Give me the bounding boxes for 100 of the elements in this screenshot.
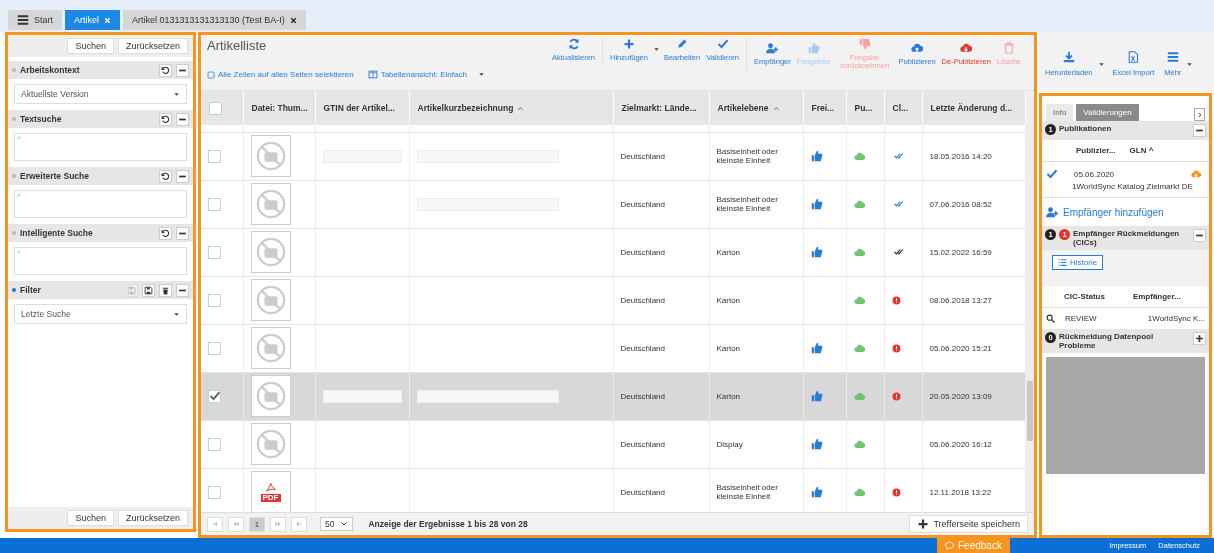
table-cell: 15.02.2022 16:59 <box>922 228 1025 276</box>
table-cell: Deutschland <box>613 276 709 324</box>
table-cell: Deutschland <box>613 180 709 228</box>
add-recipient-link[interactable]: Empfänger hinzufügen <box>1042 198 1209 226</box>
row-checkbox[interactable] <box>208 485 221 499</box>
collapse-button[interactable] <box>176 226 189 240</box>
expand-button[interactable] <box>1193 332 1206 345</box>
save-icon <box>144 285 153 295</box>
thumbs-down-icon <box>858 38 871 50</box>
chevron-right-icon <box>1196 111 1203 118</box>
table-view-dropdown[interactable]: Tabellenansicht: Einfach <box>367 70 485 79</box>
column-header[interactable]: Empfänger... <box>1132 292 1181 301</box>
delete-button[interactable] <box>159 283 172 297</box>
cloud-icon <box>853 198 865 210</box>
page-size-dropdown[interactable]: 50 <box>320 517 354 531</box>
table-cell: 1WorldSync Katalog Zielmarkt DE <box>1042 182 1209 198</box>
save-as-button[interactable] <box>142 283 155 297</box>
reset-button[interactable] <box>159 169 172 183</box>
table-cell: Deutschland <box>613 372 709 420</box>
column-header[interactable]: Artikelebene <box>709 91 803 125</box>
column-header[interactable]: Letzte Änderung d... <box>922 91 1025 125</box>
next-page-icon <box>275 521 281 527</box>
cloud-icon <box>853 438 865 450</box>
section-header[interactable]: Erweiterte Suche <box>8 167 193 185</box>
column-header[interactable]: Datei: Thum... <box>243 91 315 125</box>
search-panel-button[interactable]: Zurücksetzen <box>117 510 188 526</box>
collapse-button[interactable] <box>176 169 189 183</box>
caret-icon <box>1097 60 1105 68</box>
collapse-button[interactable] <box>176 112 189 126</box>
reset-button[interactable] <box>159 63 172 77</box>
collapse-button[interactable] <box>1193 229 1206 242</box>
search-panel-button[interactable]: Suchen <box>67 510 114 526</box>
chat-icon <box>945 541 954 550</box>
section-header[interactable]: Textsuche <box>8 110 193 128</box>
trash-icon <box>161 285 170 295</box>
no-image-icon <box>255 333 286 363</box>
section-title: Arbeitskontext <box>20 65 81 75</box>
thumbs-up-icon <box>810 438 823 450</box>
row-checkbox[interactable] <box>208 149 221 163</box>
save-results-button[interactable]: Trefferseite speichern <box>909 515 1028 533</box>
reset-button[interactable] <box>159 226 172 240</box>
caret-icon <box>1186 60 1194 68</box>
collapse-button[interactable] <box>176 63 189 77</box>
undo-icon <box>161 228 170 238</box>
table-cell: Karton <box>709 372 803 420</box>
sort-ascending-icon <box>517 104 525 112</box>
row-checkbox[interactable] <box>208 245 221 259</box>
collapse-button[interactable] <box>1193 124 1206 137</box>
column-header[interactable]: Artikelkurzbezeichnung <box>409 91 613 125</box>
column-header[interactable]: Pu... <box>846 91 884 125</box>
row-checkbox[interactable] <box>208 389 221 403</box>
reset-button[interactable] <box>159 112 172 126</box>
column-header[interactable]: Frei... <box>803 91 846 125</box>
error-icon <box>891 487 901 497</box>
search-panel-button[interactable]: Zurücksetzen <box>117 38 188 54</box>
section-title: Publikationen <box>1059 124 1113 133</box>
dropdown[interactable]: Letzte Suche <box>14 304 187 324</box>
menu-icon <box>17 14 29 26</box>
chevron-down-icon <box>340 520 349 528</box>
columns-icon <box>367 70 378 79</box>
cloud-icon <box>853 294 865 306</box>
section-title: Rückmeldung Datenpool Probleme <box>1059 332 1155 350</box>
no-image-icon <box>255 381 286 411</box>
checkbox-icon <box>207 70 215 79</box>
cloud-icon <box>853 246 865 258</box>
tab[interactable]: Start <box>8 10 62 30</box>
row-checkbox[interactable] <box>208 293 221 307</box>
row-checkbox[interactable] <box>208 437 221 451</box>
section-title: Erweiterte Suche <box>20 171 90 181</box>
double-check-icon <box>891 247 906 257</box>
resize-grip-icon <box>15 134 21 140</box>
row-checkbox[interactable] <box>208 341 221 355</box>
section-header[interactable]: Intelligente Suche <box>8 224 193 242</box>
column-header[interactable]: Zielmarkt: Lände... <box>613 91 709 125</box>
cloud-icon <box>853 390 865 402</box>
checkbox[interactable] <box>209 101 222 115</box>
column-header[interactable]: GTIN der Artikel... <box>315 91 409 125</box>
table-cell: 05.06.2020 15:21 <box>922 324 1025 372</box>
row-checkbox[interactable] <box>208 197 221 211</box>
section-header[interactable]: Filter <box>8 281 193 299</box>
tab[interactable]: Artikel <box>65 10 121 30</box>
column-header[interactable]: Cl... <box>884 91 922 125</box>
column-header[interactable]: CIC-Status <box>1064 292 1105 301</box>
column-header[interactable]: GLN ^ <box>1129 146 1154 155</box>
double-check-icon <box>891 151 906 161</box>
tab[interactable]: Artikel 0131313131313130 (Test BA-I) <box>123 10 306 30</box>
history-button[interactable]: Historie <box>1052 255 1104 270</box>
panel-tab[interactable]: Info <box>1046 104 1074 121</box>
table-cell: Deutschland <box>613 228 709 276</box>
undo-icon <box>161 171 170 181</box>
caret-icon <box>173 310 180 318</box>
column-header[interactable]: Publizier... <box>1076 146 1116 155</box>
save-icon <box>127 285 136 295</box>
table-cell: Basiseinheit oder kleinste Einheit <box>709 132 803 180</box>
section-header[interactable]: Arbeitskontext <box>8 61 193 79</box>
select-all-link[interactable]: Alle Zeilen auf allen Seiten selektieren <box>207 70 354 79</box>
search-panel-button[interactable]: Suchen <box>67 38 114 54</box>
dropdown[interactable]: Aktuellste Version <box>14 84 187 104</box>
next-button[interactable] <box>1194 108 1205 121</box>
collapse-button[interactable] <box>176 283 189 297</box>
